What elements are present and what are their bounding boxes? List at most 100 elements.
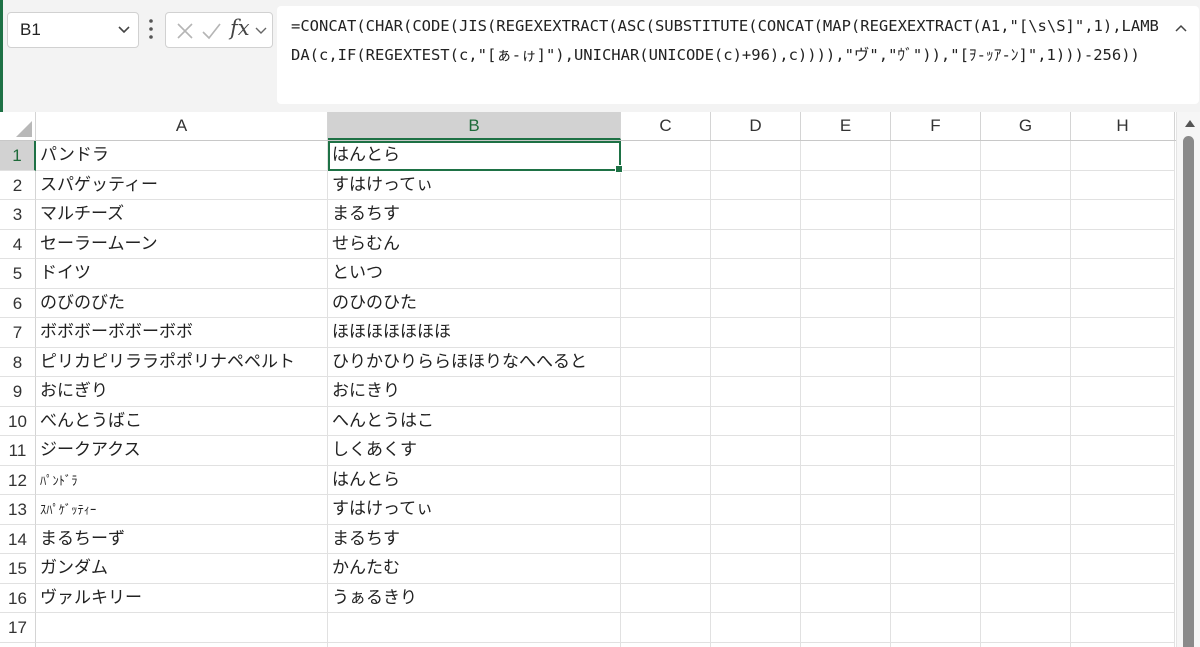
cell-b14[interactable]: まるちす: [328, 524, 621, 554]
cell-f4[interactable]: [891, 229, 981, 259]
cell-g12[interactable]: [981, 465, 1071, 495]
confirm-check-icon[interactable]: [200, 20, 222, 42]
column-header-c[interactable]: C: [621, 112, 711, 140]
cell-b7[interactable]: ほほほほほほほ: [328, 318, 621, 348]
row-header[interactable]: 4: [0, 229, 36, 259]
insert-function-icon[interactable]: fx: [230, 16, 250, 40]
cell-c13[interactable]: [621, 495, 711, 525]
cell-e9[interactable]: [801, 377, 891, 407]
cell-a14[interactable]: まるちーず: [36, 524, 328, 554]
cell-c1[interactable]: [621, 141, 711, 171]
cell-a15[interactable]: ガンダム: [36, 554, 328, 584]
formula-text[interactable]: =CONCAT(CHAR(CODE(JIS(REGEXEXTRACT(ASC(S…: [291, 12, 1163, 70]
row-header[interactable]: 11: [0, 436, 36, 466]
cell-d5[interactable]: [711, 259, 801, 289]
cell-e16[interactable]: [801, 583, 891, 613]
chevron-down-icon[interactable]: [254, 23, 268, 37]
cell-c16[interactable]: [621, 583, 711, 613]
cell-h7[interactable]: [1071, 318, 1175, 348]
cell-e4[interactable]: [801, 229, 891, 259]
cell-h11[interactable]: [1071, 436, 1175, 466]
cell-g3[interactable]: [981, 200, 1071, 230]
cell-f2[interactable]: [891, 170, 981, 200]
cell-g6[interactable]: [981, 288, 1071, 318]
cell-a1[interactable]: パンドラ: [36, 141, 328, 171]
cell-a7[interactable]: ボボボーボボーボボ: [36, 318, 328, 348]
cell-a17[interactable]: [36, 613, 328, 643]
cell-c10[interactable]: [621, 406, 711, 436]
cell-h13[interactable]: [1071, 495, 1175, 525]
cell-a13[interactable]: ｽﾊﾟｹﾞｯﾃｨｰ: [36, 495, 328, 525]
cell-b16[interactable]: うぁるきり: [328, 583, 621, 613]
cell-e17[interactable]: [801, 613, 891, 643]
cell-h3[interactable]: [1071, 200, 1175, 230]
cell-f15[interactable]: [891, 554, 981, 584]
cell-e14[interactable]: [801, 524, 891, 554]
cell-f8[interactable]: [891, 347, 981, 377]
cell-b1[interactable]: はんとら: [328, 141, 621, 171]
cell-d15[interactable]: [711, 554, 801, 584]
formula-input[interactable]: =CONCAT(CHAR(CODE(JIS(REGEXEXTRACT(ASC(S…: [277, 6, 1199, 104]
column-header-e[interactable]: E: [801, 112, 891, 140]
row-header[interactable]: 5: [0, 259, 36, 289]
scroll-up-arrow-icon[interactable]: [1184, 118, 1196, 128]
cell-c12[interactable]: [621, 465, 711, 495]
cell-b18[interactable]: [328, 642, 621, 647]
cell-g7[interactable]: [981, 318, 1071, 348]
name-box[interactable]: B1: [7, 12, 139, 48]
cell-f11[interactable]: [891, 436, 981, 466]
cell-b6[interactable]: のひのひた: [328, 288, 621, 318]
cell-d8[interactable]: [711, 347, 801, 377]
cell-e13[interactable]: [801, 495, 891, 525]
row-header[interactable]: 2: [0, 170, 36, 200]
cell-h15[interactable]: [1071, 554, 1175, 584]
cell-f13[interactable]: [891, 495, 981, 525]
cell-c3[interactable]: [621, 200, 711, 230]
cell-h12[interactable]: [1071, 465, 1175, 495]
cell-d16[interactable]: [711, 583, 801, 613]
cell-f12[interactable]: [891, 465, 981, 495]
cell-d12[interactable]: [711, 465, 801, 495]
cell-h14[interactable]: [1071, 524, 1175, 554]
row-header[interactable]: 12: [0, 465, 36, 495]
cell-d7[interactable]: [711, 318, 801, 348]
cell-f7[interactable]: [891, 318, 981, 348]
cell-d17[interactable]: [711, 613, 801, 643]
cell-a18[interactable]: [36, 642, 328, 647]
cell-h5[interactable]: [1071, 259, 1175, 289]
cell-c2[interactable]: [621, 170, 711, 200]
cell-d13[interactable]: [711, 495, 801, 525]
cell-h9[interactable]: [1071, 377, 1175, 407]
cell-h18[interactable]: [1071, 642, 1175, 647]
cell-d9[interactable]: [711, 377, 801, 407]
chevron-down-icon[interactable]: [116, 21, 132, 37]
row-header[interactable]: 18: [0, 642, 36, 647]
cell-g14[interactable]: [981, 524, 1071, 554]
cell-c5[interactable]: [621, 259, 711, 289]
cell-f14[interactable]: [891, 524, 981, 554]
column-header-b[interactable]: B: [328, 112, 621, 140]
cell-f17[interactable]: [891, 613, 981, 643]
more-options-icon[interactable]: [146, 16, 156, 42]
cell-f6[interactable]: [891, 288, 981, 318]
cell-g8[interactable]: [981, 347, 1071, 377]
cell-d10[interactable]: [711, 406, 801, 436]
cell-a9[interactable]: おにぎり: [36, 377, 328, 407]
row-header[interactable]: 9: [0, 377, 36, 407]
cell-e3[interactable]: [801, 200, 891, 230]
cell-f10[interactable]: [891, 406, 981, 436]
cell-b15[interactable]: かんたむ: [328, 554, 621, 584]
cell-b9[interactable]: おにきり: [328, 377, 621, 407]
cell-e11[interactable]: [801, 436, 891, 466]
cell-b3[interactable]: まるちす: [328, 200, 621, 230]
cell-h8[interactable]: [1071, 347, 1175, 377]
cell-g18[interactable]: [981, 642, 1071, 647]
select-all-button[interactable]: [0, 112, 36, 140]
cancel-x-icon[interactable]: [174, 20, 196, 42]
cell-e7[interactable]: [801, 318, 891, 348]
cell-h6[interactable]: [1071, 288, 1175, 318]
cell-a16[interactable]: ヴァルキリー: [36, 583, 328, 613]
cell-b12[interactable]: はんとら: [328, 465, 621, 495]
cell-c11[interactable]: [621, 436, 711, 466]
row-header[interactable]: 8: [0, 347, 36, 377]
